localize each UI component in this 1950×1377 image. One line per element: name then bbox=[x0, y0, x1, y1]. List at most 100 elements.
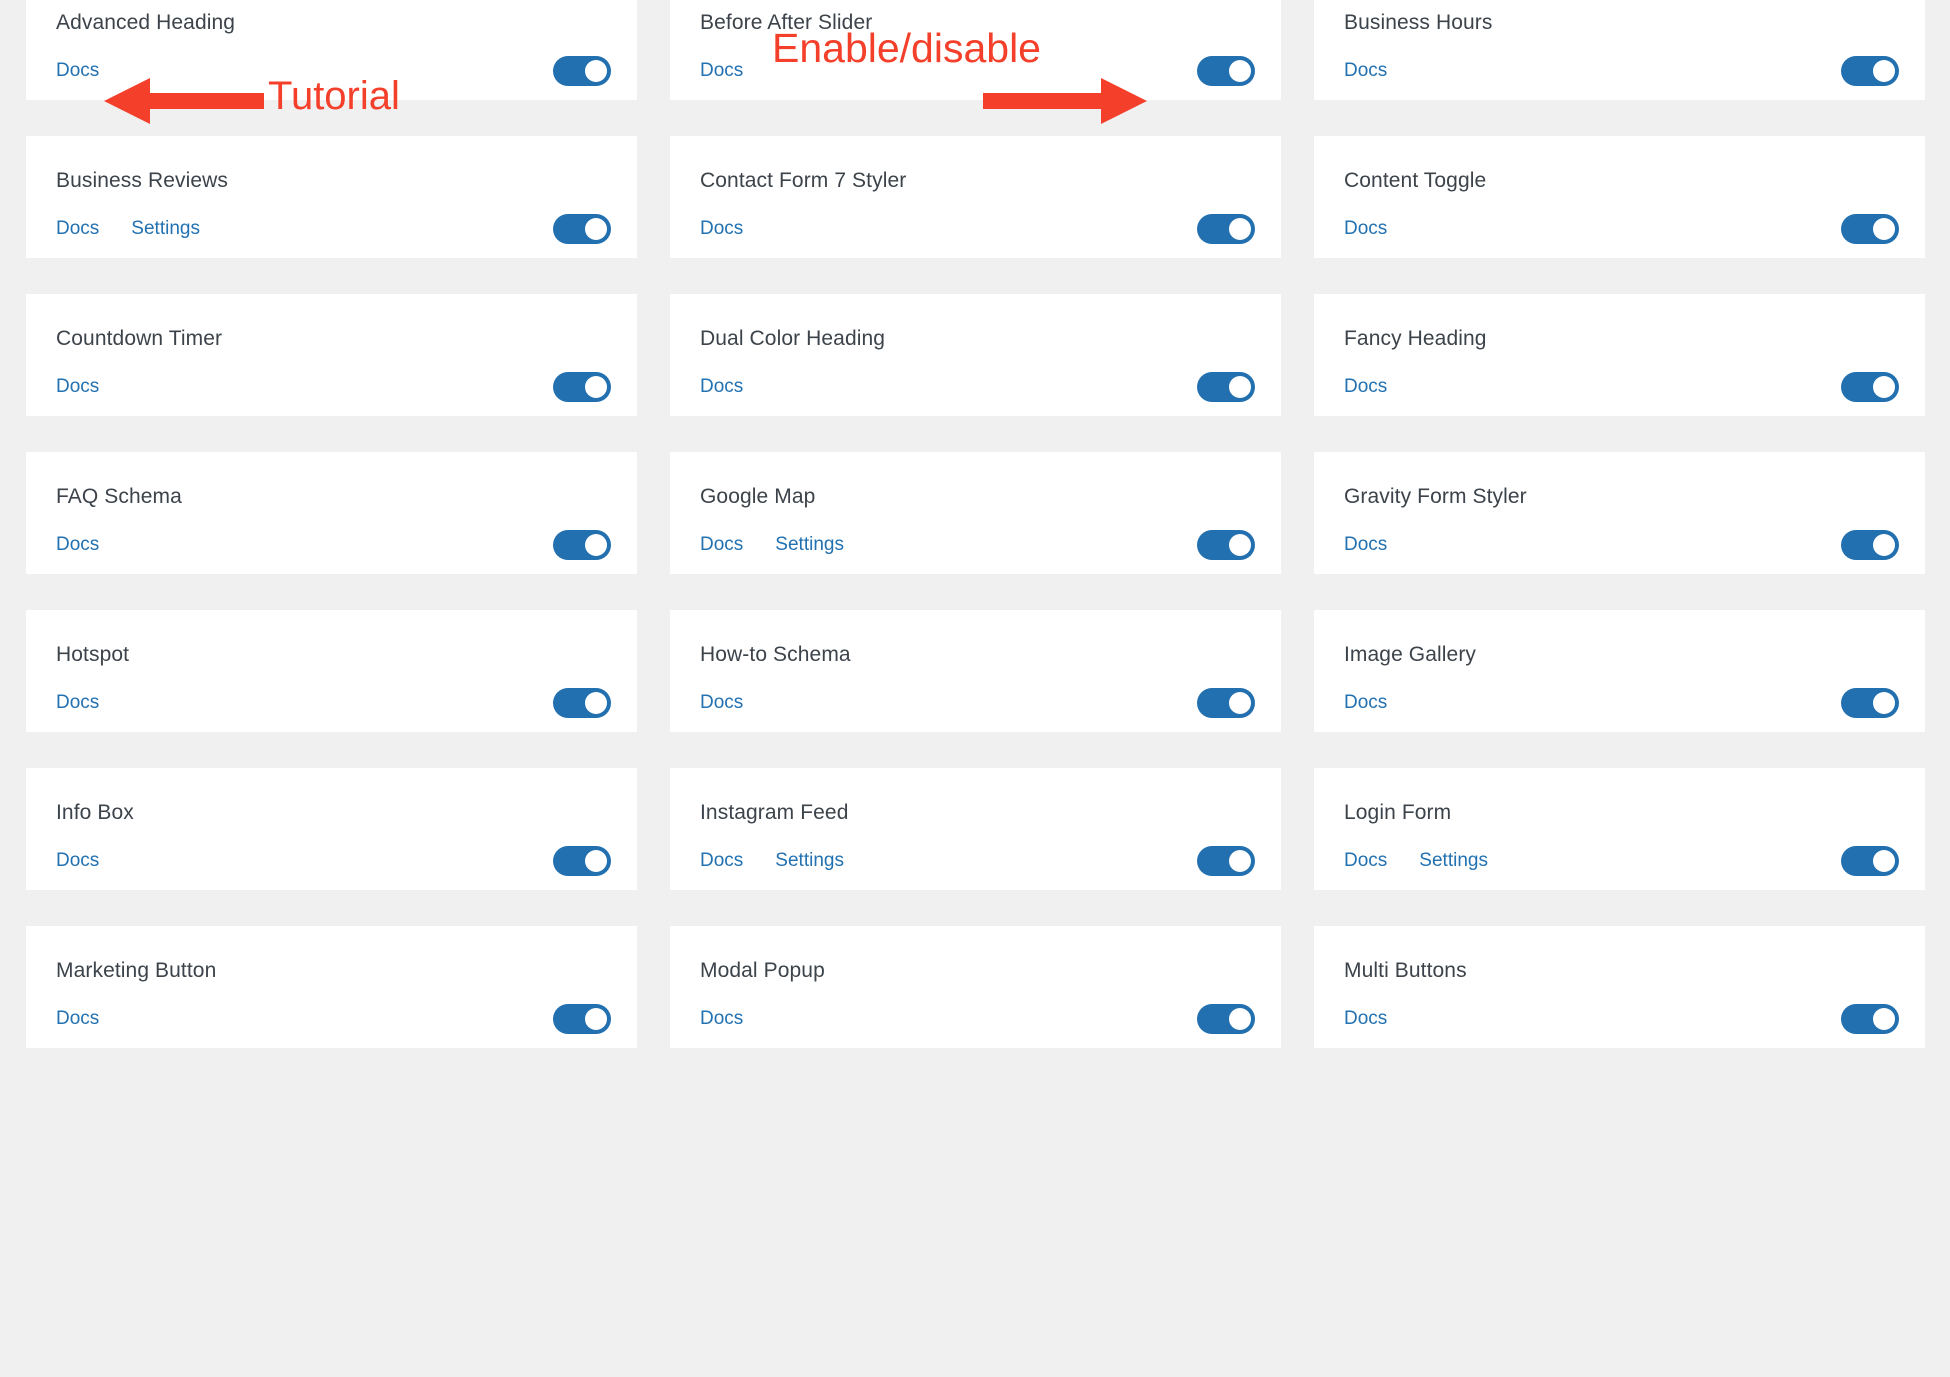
module-card: Dual Color Heading Docs bbox=[670, 294, 1281, 416]
modules-grid: Advanced Heading Docs Before After Slider D… bbox=[26, 0, 1925, 1048]
module-card: Content Toggle Docs bbox=[1314, 136, 1925, 258]
toggle-knob bbox=[1873, 1008, 1895, 1030]
module-title: Modal Popup bbox=[700, 959, 825, 982]
module-enable-toggle[interactable] bbox=[1197, 530, 1255, 560]
module-footer: Docs bbox=[56, 846, 611, 876]
module-enable-toggle[interactable] bbox=[1841, 530, 1899, 560]
module-title: Business Reviews bbox=[56, 169, 228, 192]
toggle-knob bbox=[585, 534, 607, 556]
docs-link[interactable]: Docs bbox=[700, 218, 743, 240]
module-enable-toggle[interactable] bbox=[1197, 372, 1255, 402]
docs-link[interactable]: Docs bbox=[700, 692, 743, 714]
module-footer: Docs bbox=[1344, 530, 1899, 560]
toggle-knob bbox=[585, 850, 607, 872]
toggle-knob bbox=[585, 376, 607, 398]
docs-link[interactable]: Docs bbox=[700, 1008, 743, 1030]
module-title: Info Box bbox=[56, 801, 134, 824]
module-card: Fancy Heading Docs bbox=[1314, 294, 1925, 416]
toggle-knob bbox=[1229, 534, 1251, 556]
toggle-knob bbox=[1229, 1008, 1251, 1030]
annotation-enable-disable-label: Enable/disable bbox=[772, 25, 1041, 71]
docs-link[interactable]: Docs bbox=[56, 850, 99, 872]
module-card: Google Map Docs Settings bbox=[670, 452, 1281, 574]
docs-link[interactable]: Docs bbox=[56, 534, 99, 556]
module-enable-toggle[interactable] bbox=[553, 56, 611, 86]
module-card: Login Form Docs Settings bbox=[1314, 768, 1925, 890]
module-enable-toggle[interactable] bbox=[553, 530, 611, 560]
module-title: Advanced Heading bbox=[56, 11, 236, 34]
module-title: Instagram Feed bbox=[700, 801, 849, 824]
module-title: Login Form bbox=[1344, 801, 1452, 824]
module-title: FAQ Schema bbox=[56, 485, 182, 508]
module-card: Info Box Docs bbox=[26, 768, 637, 890]
docs-link[interactable]: Docs bbox=[1344, 534, 1387, 556]
module-enable-toggle[interactable] bbox=[1197, 846, 1255, 876]
toggle-knob bbox=[1873, 60, 1895, 82]
module-footer: Docs bbox=[56, 530, 611, 560]
toggle-knob bbox=[1229, 218, 1251, 240]
module-footer: Docs bbox=[700, 688, 1255, 718]
module-footer: Docs bbox=[56, 372, 611, 402]
docs-link[interactable]: Docs bbox=[56, 692, 99, 714]
module-enable-toggle[interactable] bbox=[553, 214, 611, 244]
module-title: Contact Form 7 Styler bbox=[700, 169, 907, 192]
module-enable-toggle[interactable] bbox=[1841, 214, 1899, 244]
annotation-tutorial-label: Tutorial bbox=[268, 74, 400, 118]
module-enable-toggle[interactable] bbox=[1841, 846, 1899, 876]
module-enable-toggle[interactable] bbox=[553, 846, 611, 876]
module-enable-toggle[interactable] bbox=[1197, 214, 1255, 244]
module-footer: Docs bbox=[1344, 372, 1899, 402]
settings-link[interactable]: Settings bbox=[1419, 850, 1488, 872]
docs-link[interactable]: Docs bbox=[1344, 60, 1387, 82]
toggle-knob bbox=[585, 60, 607, 82]
module-footer: Docs bbox=[1344, 1004, 1899, 1034]
docs-link[interactable]: Docs bbox=[700, 376, 743, 398]
module-card: Gravity Form Styler Docs bbox=[1314, 452, 1925, 574]
module-enable-toggle[interactable] bbox=[553, 688, 611, 718]
module-footer: Docs bbox=[1344, 688, 1899, 718]
module-title: Image Gallery bbox=[1344, 643, 1477, 666]
docs-link[interactable]: Docs bbox=[1344, 376, 1387, 398]
module-card: Marketing Button Docs bbox=[26, 926, 637, 1048]
docs-link[interactable]: Docs bbox=[700, 850, 743, 872]
module-enable-toggle[interactable] bbox=[1197, 1004, 1255, 1034]
module-enable-toggle[interactable] bbox=[553, 372, 611, 402]
module-footer: Docs bbox=[1344, 56, 1899, 86]
module-title: Gravity Form Styler bbox=[1344, 485, 1527, 508]
module-card: Countdown Timer Docs bbox=[26, 294, 637, 416]
settings-link[interactable]: Settings bbox=[131, 218, 200, 240]
module-enable-toggle[interactable] bbox=[1841, 56, 1899, 86]
docs-link[interactable]: Docs bbox=[56, 60, 99, 82]
module-footer: Docs bbox=[56, 1004, 611, 1034]
module-card: Hotspot Docs bbox=[26, 610, 637, 732]
module-title: Dual Color Heading bbox=[700, 327, 886, 350]
settings-link[interactable]: Settings bbox=[775, 534, 844, 556]
docs-link[interactable]: Docs bbox=[1344, 692, 1387, 714]
module-card: Multi Buttons Docs bbox=[1314, 926, 1925, 1048]
module-enable-toggle[interactable] bbox=[553, 1004, 611, 1034]
docs-link[interactable]: Docs bbox=[1344, 1008, 1387, 1030]
docs-link[interactable]: Docs bbox=[56, 1008, 99, 1030]
settings-link[interactable]: Settings bbox=[775, 850, 844, 872]
module-enable-toggle[interactable] bbox=[1841, 688, 1899, 718]
module-enable-toggle[interactable] bbox=[1841, 1004, 1899, 1034]
module-enable-toggle[interactable] bbox=[1197, 688, 1255, 718]
module-title: Hotspot bbox=[56, 643, 130, 666]
module-enable-toggle[interactable] bbox=[1841, 372, 1899, 402]
module-footer: Docs Settings bbox=[700, 530, 1255, 560]
module-footer: Docs Settings bbox=[56, 214, 611, 244]
docs-link[interactable]: Docs bbox=[56, 218, 99, 240]
module-footer: Docs bbox=[700, 1004, 1255, 1034]
docs-link[interactable]: Docs bbox=[700, 534, 743, 556]
docs-link[interactable]: Docs bbox=[700, 60, 743, 82]
docs-link[interactable]: Docs bbox=[1344, 218, 1387, 240]
docs-link[interactable]: Docs bbox=[56, 376, 99, 398]
module-footer: Docs Settings bbox=[1344, 846, 1899, 876]
docs-link[interactable]: Docs bbox=[1344, 850, 1387, 872]
module-card: Business Reviews Docs Settings bbox=[26, 136, 637, 258]
toggle-knob bbox=[585, 692, 607, 714]
toggle-knob bbox=[1873, 376, 1895, 398]
toggle-knob bbox=[1229, 376, 1251, 398]
module-enable-toggle[interactable] bbox=[1197, 56, 1255, 86]
toggle-knob bbox=[1229, 60, 1251, 82]
